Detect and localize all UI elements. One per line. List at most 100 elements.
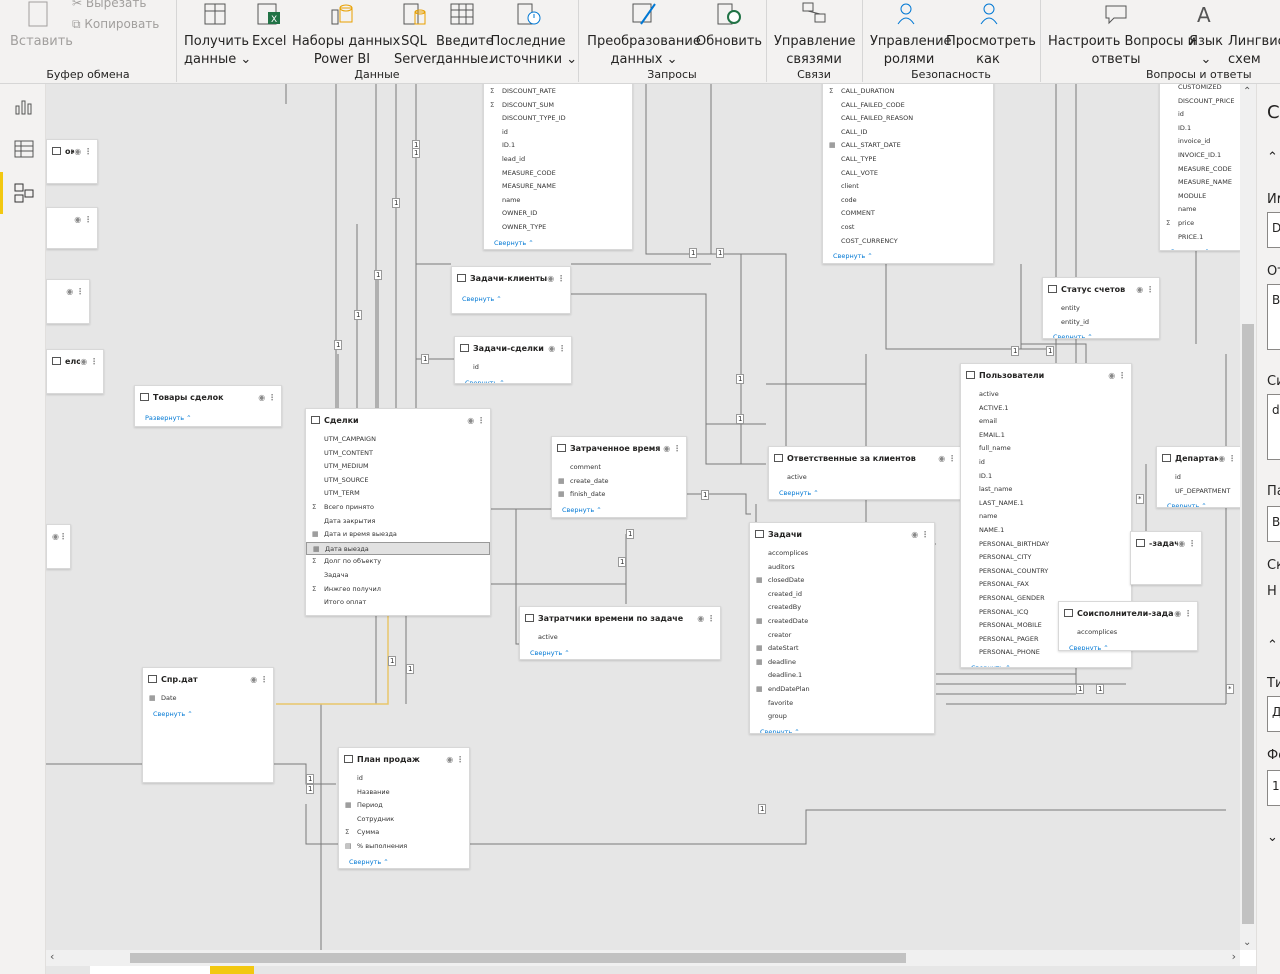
table-field[interactable]: Σ DISCOUNT_SUM: [484, 99, 632, 113]
cardinality-badge[interactable]: 1: [716, 248, 725, 258]
vertical-scroll-thumb[interactable]: [1242, 324, 1254, 924]
table-field[interactable]: CALL_TYPE: [823, 153, 993, 167]
visibility-eye-icon[interactable]: ◉ ⋮: [250, 675, 268, 684]
folder-input[interactable]: В: [1267, 506, 1280, 542]
table-field[interactable]: CALL_VOTE: [823, 167, 993, 181]
table-field[interactable]: id: [484, 126, 632, 140]
table-card-tasks-deals[interactable]: Задачи-сделки ◉ ⋮ id Свернуть ⌃: [454, 336, 572, 384]
cardinality-badge[interactable]: 1: [354, 310, 363, 320]
table-field[interactable]: ▦ closedDate: [750, 574, 934, 588]
cardinality-badge[interactable]: 1: [1046, 346, 1055, 356]
cardinality-badge[interactable]: 1: [392, 198, 401, 208]
cardinality-badge[interactable]: *: [1136, 494, 1144, 504]
cardinality-badge[interactable]: 1: [701, 490, 710, 500]
collapse-chevron-icon[interactable]: ⌃: [1267, 638, 1278, 653]
table-field[interactable]: UTM_MEDIUM: [306, 460, 490, 474]
scroll-up-icon[interactable]: ⌃: [1243, 86, 1251, 97]
name-input[interactable]: D: [1267, 212, 1280, 248]
visibility-eye-icon[interactable]: ◉ ⋮: [80, 357, 98, 366]
horizontal-scroll-thumb[interactable]: [130, 953, 906, 963]
scroll-left-icon[interactable]: ‹: [50, 950, 54, 963]
visibility-eye-icon[interactable]: ◉ ⋮: [548, 344, 566, 353]
cardinality-badge[interactable]: 1: [758, 804, 767, 814]
table-field[interactable]: COST_CURRENCY: [823, 235, 993, 249]
table-field[interactable]: PERSONAL_CITY: [961, 551, 1131, 565]
table-field[interactable]: MEASURE_CODE: [1160, 163, 1240, 177]
table-field[interactable]: accomplices: [750, 547, 934, 561]
table-field[interactable]: entity: [1043, 302, 1159, 316]
table-field[interactable]: favorite: [750, 697, 934, 711]
table-field[interactable]: ▦ endDatePlan: [750, 683, 934, 697]
table-field[interactable]: creator: [750, 629, 934, 643]
cardinality-badge[interactable]: *: [1226, 684, 1234, 694]
collapse-toggle[interactable]: Свернуть ⌃: [339, 854, 469, 866]
table-field[interactable]: OWNER_ID: [484, 207, 632, 221]
visibility-eye-icon[interactable]: ◉ ⋮: [467, 416, 485, 425]
eye-icon[interactable]: ◉ ⋮: [66, 287, 84, 296]
copy-button[interactable]: ⧉ Копировать: [72, 17, 159, 32]
table-card-calls[interactable]: Σ CALL_DURATION CALL_FAILED_CODE CALL_FAILE…: [822, 84, 994, 264]
table-field[interactable]: ▦ createdDate: [750, 615, 934, 629]
table-field[interactable]: active: [961, 388, 1131, 402]
table-field[interactable]: ▦ create_date: [552, 475, 686, 489]
collapse-toggle[interactable]: Свернуть ⌃: [1043, 329, 1159, 338]
table-field[interactable]: DISCOUNT_PRICE: [1160, 95, 1240, 109]
table-field[interactable]: Σ Долг по объекту: [306, 555, 490, 569]
table-field[interactable]: UTM_CAMPAIGN: [306, 433, 490, 447]
cardinality-badge[interactable]: 1: [406, 664, 415, 674]
table-field[interactable]: Σ Всего принято: [306, 501, 490, 515]
table-field[interactable]: ▦ CALL_START_DATE: [823, 139, 993, 153]
table-field[interactable]: UTM_SOURCE: [306, 474, 490, 488]
table-field[interactable]: ▤% выполнения: [339, 840, 469, 854]
table-field[interactable]: name: [961, 510, 1131, 524]
table-field[interactable]: NAME.1: [961, 524, 1131, 538]
table-field[interactable]: ▦ Date: [143, 692, 273, 706]
cardinality-badge[interactable]: 1: [334, 340, 343, 350]
table-field[interactable]: active: [520, 631, 720, 645]
table-field[interactable]: PERSONAL_FAX: [961, 578, 1131, 592]
collapse-toggle[interactable]: Свернуть ⌃: [520, 645, 720, 657]
visibility-eye-icon[interactable]: ◉ ⋮: [446, 755, 464, 764]
vertical-scrollbar[interactable]: ⌃ ⌄: [1240, 84, 1256, 950]
table-card-time-spent[interactable]: Затраченное время ◉ ⋮ comment ▦ create_date…: [551, 436, 687, 518]
cardinality-badge[interactable]: 1: [736, 414, 745, 424]
table-card-tasks[interactable]: Задачи ◉ ⋮ accomplices auditors ▦ closedDate…: [749, 522, 935, 734]
table-field[interactable]: UTM_TERM: [306, 487, 490, 501]
table-field[interactable]: UTM_CONTENT: [306, 447, 490, 461]
visibility-eye-icon[interactable]: ◉ ⋮: [547, 274, 565, 283]
table-card-products[interactable]: CUSTOMIZED DISCOUNT_PRICE id ID.1 invoice_id…: [1159, 84, 1240, 251]
table-card-department[interactable]: Департамент-пол ◉ ⋮idUF_DEPARTMENTСверну…: [1156, 446, 1240, 508]
table-card-deals[interactable]: Сделки ◉ ⋮ UTM_CAMPAIGN UTM_CONTENT UTM_MED…: [305, 408, 491, 616]
layout-tab-active[interactable]: [210, 966, 254, 974]
table-field[interactable]: id: [455, 361, 571, 375]
collapse-toggle[interactable]: Свернуть ⌃: [750, 724, 934, 733]
table-field[interactable]: deadline.1: [750, 669, 934, 683]
table-field[interactable]: id: [961, 456, 1131, 470]
eye-icon[interactable]: ◉ ⋮: [74, 215, 92, 224]
visibility-eye-icon[interactable]: ◉ ⋮: [1136, 285, 1154, 294]
collapse-toggle[interactable]: Свернуть ⌃: [1157, 498, 1240, 507]
table-header[interactable]: Задачи-сделки ◉ ⋮: [455, 337, 571, 359]
table-card-left-1[interactable]: ок ◉ ⋮: [46, 139, 98, 184]
table-field[interactable]: UF_DEPARTMENT: [1157, 485, 1240, 499]
table-field[interactable]: ▦ finish_date: [552, 488, 686, 502]
collapse-toggle[interactable]: Свернуть ⌃: [1059, 640, 1197, 650]
table-header[interactable]: елок ◉ ⋮: [47, 350, 103, 372]
table-field[interactable]: group: [750, 710, 934, 724]
table-card-tasks-clients[interactable]: Задачи-клиенты ◉ ⋮ Свернуть ⌃: [451, 266, 571, 314]
table-header[interactable]: Товары сделок ◉ ⋮: [135, 386, 281, 408]
table-field[interactable]: Σ DISCOUNT_RATE: [484, 85, 632, 99]
table-field[interactable]: CALL_ID: [823, 126, 993, 140]
data-view-icon[interactable]: [13, 138, 35, 160]
table-field[interactable]: LAST_NAME.1: [961, 497, 1131, 511]
collapse-toggle[interactable]: Свернуть ⌃: [484, 235, 632, 247]
table-card-left-2[interactable]: ◉ ⋮: [46, 207, 98, 249]
collapse-toggle[interactable]: Свернуть ⌃: [769, 485, 961, 497]
table-field[interactable]: accomplices: [1059, 626, 1197, 640]
table-card-coexecutors[interactable]: Соисполнители-задачи ◉ ⋮ accomplices Сверн…: [1058, 601, 1198, 651]
table-field[interactable]: ID.1: [961, 470, 1131, 484]
table-header[interactable]: Затраченное время ◉ ⋮: [552, 437, 686, 459]
table-field[interactable]: Σ Инжгео получил: [306, 583, 490, 597]
table-card-left-3[interactable]: ◉ ⋮: [46, 279, 90, 324]
table-field[interactable]: invoice_id: [1160, 135, 1240, 149]
